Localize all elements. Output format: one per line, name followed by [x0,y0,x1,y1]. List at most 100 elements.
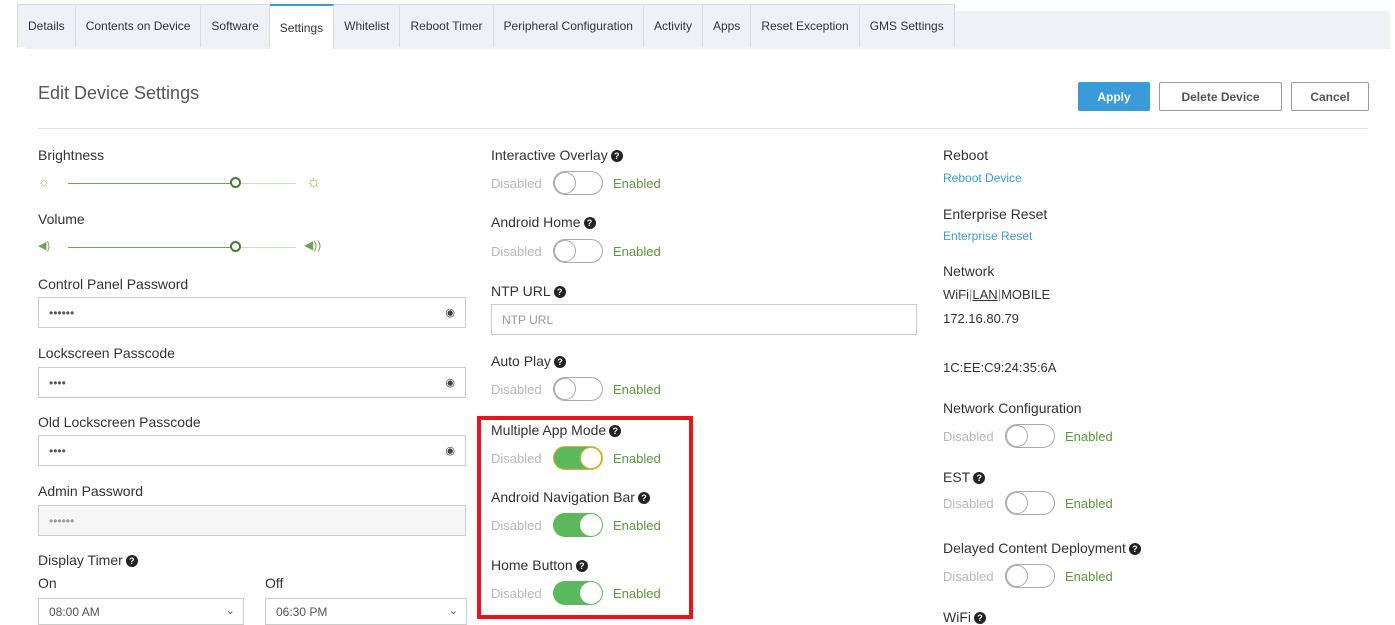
network-type-lan[interactable]: LAN [972,287,997,302]
volume-slider-track [240,247,296,248]
help-icon[interactable]: ? [583,217,596,229]
tab-bar: Details Contents on Device Software Sett… [17,4,955,49]
toggle-disabled-text: Disabled [943,568,994,584]
header-divider [38,128,1368,129]
ip-address: 172.16.80.79 [943,311,1019,326]
tab-whitelist[interactable]: Whitelist [334,4,401,47]
toggle-enabled-text: Enabled [1065,495,1113,511]
network-type-wifi[interactable]: WiFi [943,287,969,302]
delayed-content-deployment-toggle[interactable] [1005,564,1055,588]
display-timer-label-text: Display Timer [38,552,123,568]
interactive-overlay-toggle[interactable] [553,171,603,195]
network-configuration-label: Network Configuration [943,400,1082,416]
apply-button[interactable]: Apply [1078,82,1150,111]
lockscreen-passcode-input[interactable]: •••• ◉ [38,367,466,398]
delayed-content-deployment-toggle-row: Disabled Enabled [943,564,1113,588]
control-panel-password-value: •••••• [49,305,75,320]
tab-activity[interactable]: Activity [643,4,703,47]
tab-peripheral-configuration[interactable]: Peripheral Configuration [493,4,644,47]
show-old-passcode-eye-icon[interactable]: ◉ [445,444,455,457]
display-timer-on-select[interactable]: 08:00 AM ⌄ [38,598,244,625]
toggle-knob [554,240,576,262]
display-timer-off-select[interactable]: 06:30 PM ⌄ [265,598,467,625]
tab-software[interactable]: Software [201,4,270,47]
ntp-url-label-text: NTP URL [491,283,551,299]
help-icon[interactable]: ? [125,555,138,567]
wifi-label: WiFi? [943,609,986,625]
help-icon[interactable]: ? [553,356,566,368]
control-panel-password-label: Control Panel Password [38,276,189,292]
display-timer-on-label: On [38,575,57,591]
toggle-enabled-text: Enabled [1065,568,1113,584]
toggle-disabled-text: Disabled [491,381,542,397]
admin-password-label: Admin Password [38,483,144,499]
help-icon[interactable]: ? [553,286,566,298]
brightness-slider[interactable]: ☼ ☼ [38,172,338,194]
volume-label: Volume [38,211,85,227]
chevron-down-icon: ⌄ [448,605,458,617]
control-panel-password-input[interactable]: •••••• ◉ [38,297,466,328]
show-passcode-eye-icon[interactable]: ◉ [445,376,455,389]
page-title: Edit Device Settings [38,83,200,103]
auto-play-label-text: Auto Play [491,353,551,369]
brightness-slider-knob[interactable] [229,177,241,188]
tab-reset-exception[interactable]: Reset Exception [751,4,860,47]
display-timer-off-value: 06:30 PM [276,604,328,619]
tab-reboot-timer[interactable]: Reboot Timer [400,4,494,47]
interactive-overlay-toggle-row: Disabled Enabled [491,171,661,195]
show-password-eye-icon[interactable]: ◉ [445,306,455,319]
toggle-knob [1006,565,1028,587]
toggle-knob [554,172,576,194]
toggle-disabled-text: Disabled [943,495,994,511]
admin-password-input[interactable]: •••••• [38,505,466,536]
enterprise-reset-link[interactable]: Enterprise Reset [943,229,1032,243]
volume-slider-knob[interactable] [229,241,241,252]
brightness-label: Brightness [38,147,105,163]
est-toggle[interactable] [1005,491,1055,515]
android-home-toggle-row: Disabled Enabled [491,239,661,263]
delayed-content-deployment-label: Delayed Content Deployment? [943,540,1141,556]
help-icon[interactable]: ? [1128,543,1141,555]
volume-slider[interactable]: ◀) ◀)) [38,238,338,258]
cancel-button[interactable]: Cancel [1291,82,1369,111]
reboot-label: Reboot [943,147,989,163]
help-icon[interactable]: ? [610,150,623,162]
volume-high-icon: ◀)) [304,238,322,252]
ntp-url-input[interactable]: NTP URL [491,304,917,335]
interactive-overlay-label: Interactive Overlay? [491,147,623,163]
interactive-overlay-label-text: Interactive Overlay [491,147,608,163]
auto-play-toggle-row: Disabled Enabled [491,377,661,401]
mac-address: 1C:EE:C9:24:35:6A [943,360,1057,375]
reboot-device-link[interactable]: Reboot Device [943,171,1022,185]
lockscreen-passcode-value: •••• [49,375,66,390]
old-lockscreen-passcode-input[interactable]: •••• ◉ [38,435,466,466]
est-label-text: EST [943,469,971,485]
delete-device-button[interactable]: Delete Device [1159,82,1282,111]
chevron-down-icon: ⌄ [225,605,235,617]
display-timer-label: Display Timer? [38,552,138,568]
network-configuration-toggle[interactable] [1005,424,1055,448]
tab-settings[interactable]: Settings [269,4,335,49]
tab-gms-settings[interactable]: GMS Settings [859,4,955,47]
android-home-toggle[interactable] [553,239,603,263]
toggle-disabled-text: Disabled [943,428,994,444]
help-icon[interactable]: ? [973,472,986,484]
toggle-knob [1006,492,1028,514]
help-icon[interactable]: ? [974,612,986,624]
android-home-label: Android Home? [491,214,596,230]
display-timer-off-label: Off [265,575,284,591]
tab-contents-on-device[interactable]: Contents on Device [75,4,202,47]
brightness-high-icon: ☼ [306,172,322,191]
network-type-mobile[interactable]: MOBILE [1001,287,1050,302]
brightness-slider-track [240,183,296,184]
volume-slider-fill [68,247,235,248]
toggle-disabled-text: Disabled [491,175,542,191]
toggle-enabled-text: Enabled [613,175,661,191]
tab-details[interactable]: Details [17,4,76,47]
auto-play-toggle[interactable] [553,377,603,401]
toggle-enabled-text: Enabled [613,381,661,397]
toggle-knob [554,378,576,400]
wifi-label-text: WiFi [943,609,971,625]
tab-apps[interactable]: Apps [702,4,752,47]
brightness-slider-fill [68,183,235,184]
